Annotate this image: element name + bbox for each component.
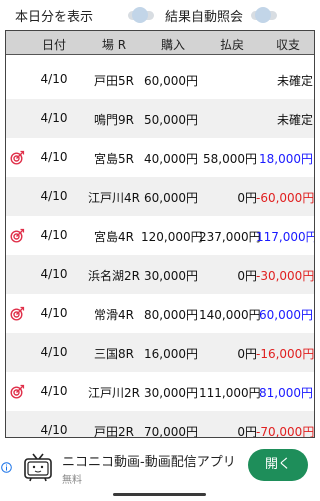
header-balance: 収支 [275, 38, 300, 52]
cell-date: 4/10 [40, 228, 68, 242]
auto-check-toggle[interactable] [251, 7, 279, 23]
cell-balance: 117,000円 [256, 230, 315, 244]
toggle-bar: 本日分を表示 結果自動照会 [0, 0, 320, 30]
cell-payout: 0円 [237, 425, 257, 438]
table-row[interactable]: 4/10 戸田5R 60,000円 未確定 [6, 60, 314, 99]
cell-bet: 40,000円 [144, 152, 198, 166]
cell-balance: 81,000円 [259, 386, 313, 400]
table-row[interactable]: 4/10 常滑4R 80,000円 140,000円 60,000円 [6, 294, 314, 333]
header-date: 日付 [41, 38, 66, 52]
cell-bet: 30,000円 [144, 386, 198, 400]
cell-bet: 80,000円 [144, 308, 198, 322]
header-venue-race: 場 R [101, 38, 127, 52]
table-row[interactable]: 4/10 三国8R 16,000円 0円 -16,000円 [6, 333, 314, 372]
table-row[interactable]: 4/10 江戸川4R 60,000円 0円 -60,000円 [6, 177, 314, 216]
cell-venue-race: 宮島4R [94, 230, 134, 244]
niconico-tv-icon [24, 453, 52, 482]
cell-bet: 60,000円 [144, 191, 198, 205]
cell-date: 4/10 [40, 150, 68, 164]
target-hit-icon [10, 384, 25, 399]
cell-date: 4/10 [40, 267, 68, 281]
table-row[interactable]: 4/10 宮島5R 40,000円 58,000円 18,000円 [6, 138, 314, 177]
toggle-knob [132, 7, 148, 23]
cell-bet: 16,000円 [144, 347, 198, 361]
table-row[interactable]: 4/10 戸田2R 70,000円 0円 -70,000円 [6, 411, 315, 438]
cell-balance: -16,000円 [256, 347, 315, 361]
toggle-knob [255, 7, 271, 23]
cell-date: 4/10 [40, 306, 68, 320]
cell-balance: -70,000円 [256, 425, 315, 438]
cell-payout: 0円 [237, 191, 257, 205]
cell-date: 4/10 [40, 384, 68, 398]
target-hit-icon [10, 228, 25, 243]
cell-venue-race: 鳴門9R [94, 113, 134, 127]
table-body: 4/10 戸田5R 60,000円 未確定 4/10 鳴門9R 50,000円 未確定 4/10… [6, 56, 315, 438]
cell-venue-race: 三国8R [94, 347, 134, 361]
cell-bet: 60,000円 [144, 74, 198, 88]
cell-payout: 58,000円 [203, 152, 257, 166]
cell-payout: 0円 [237, 347, 257, 361]
table-header: 日付 場 R 購入 払戻 収支 [6, 31, 314, 55]
cell-venue-race: 浜名湖2R [88, 269, 140, 283]
cell-payout: 237,000円 [199, 230, 261, 244]
table-row[interactable]: 4/10 鳴門9R 50,000円 未確定 [6, 99, 314, 138]
cell-date: 4/10 [40, 423, 68, 437]
show-today-label: 本日分を表示 [15, 10, 94, 25]
cell-date: 4/10 [40, 72, 68, 86]
ad-info-icon[interactable] [1, 462, 12, 473]
cell-bet: 70,000円 [144, 425, 198, 438]
table-row[interactable]: 4/10 江戸川2R 30,000円 111,000円 81,000円 [6, 372, 314, 411]
cell-payout: 140,000円 [199, 308, 261, 322]
cell-venue-race: 江戸川4R [88, 191, 140, 205]
cell-balance: 60,000円 [259, 308, 313, 322]
cell-bet: 30,000円 [144, 269, 198, 283]
cell-payout: 111,000円 [199, 386, 261, 400]
show-today-toggle[interactable] [128, 7, 156, 23]
target-hit-icon [10, 150, 25, 165]
cell-venue-race: 戸田5R [94, 74, 134, 88]
auto-check-label: 結果自動照会 [165, 10, 244, 25]
cell-balance: 未確定 [276, 113, 313, 127]
cell-date: 4/10 [40, 345, 68, 359]
cell-venue-race: 戸田2R [94, 425, 134, 438]
cell-venue-race: 常滑4R [94, 308, 134, 322]
table-row[interactable]: 4/10 浜名湖2R 30,000円 0円 -30,000円 [6, 255, 314, 294]
cell-venue-race: 江戸川2R [88, 386, 140, 400]
ad-open-button[interactable]: 開く [248, 449, 308, 481]
header-payout: 払戻 [219, 38, 244, 52]
cell-balance: -30,000円 [256, 269, 315, 283]
bet-history-table: 日付 場 R 購入 払戻 収支 4/10 戸田5R 60,000円 未確定 4/10 鳴門… [5, 30, 315, 438]
ad-title: ニコニコ動画-動画配信アプリ [62, 455, 236, 470]
cell-payout: 0円 [237, 269, 257, 283]
cell-venue-race: 宮島5R [94, 152, 134, 166]
target-hit-icon [10, 306, 25, 321]
cell-balance: -60,000円 [256, 191, 315, 205]
cell-balance: 18,000円 [259, 152, 313, 166]
table-row[interactable]: 4/10 宮島4R 120,000円 237,000円 117,000円 [6, 216, 314, 255]
header-bet: 購入 [160, 38, 185, 52]
cell-bet: 120,000円 [141, 230, 203, 244]
ad-subtitle: 無料 [62, 475, 82, 486]
home-indicator [113, 493, 206, 496]
cell-bet: 50,000円 [144, 113, 198, 127]
cell-date: 4/10 [40, 189, 68, 203]
cell-date: 4/10 [40, 111, 68, 125]
cell-balance: 未確定 [276, 74, 313, 88]
